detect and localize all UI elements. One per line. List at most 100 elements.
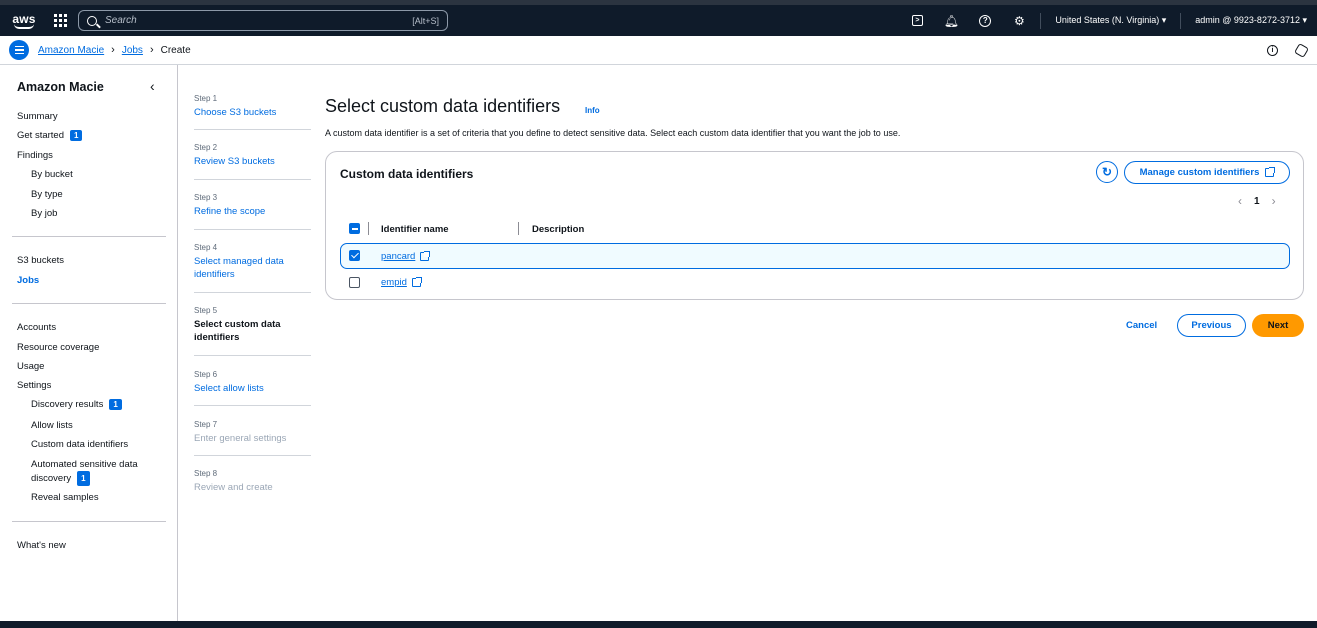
search-shortcut: [Alt+S] xyxy=(412,15,439,26)
cloudshell-icon[interactable]: > xyxy=(900,5,934,36)
sidenav-title[interactable]: Amazon Macie xyxy=(17,80,104,94)
wizard-step-5: Step 5 Select custom data identifiers xyxy=(194,306,311,344)
external-link-icon xyxy=(411,277,422,287)
step-number: Step 8 xyxy=(194,469,218,478)
wizard-step-1: Step 1 Choose S3 buckets xyxy=(194,94,311,119)
collapse-chevron-icon[interactable]: ‹ xyxy=(150,78,155,94)
bottom-bar xyxy=(0,621,1317,628)
column-header-identifier-name[interactable]: Identifier name xyxy=(381,224,449,235)
table-row[interactable]: pancard xyxy=(340,243,1290,269)
wizard-step-3: Step 3 Refine the scope xyxy=(194,193,311,218)
bell-icon[interactable]: 🔔︎ xyxy=(934,5,968,36)
menu-toggle-button[interactable] xyxy=(9,40,29,60)
help-icon[interactable]: ? xyxy=(968,5,1002,36)
step-number: Step 6 xyxy=(194,370,218,379)
step-number: Step 7 xyxy=(194,420,218,429)
step-link[interactable]: Select managed data identifiers xyxy=(194,255,311,281)
step-divider xyxy=(194,129,311,130)
top-navigation-bar: aws Search [Alt+S] > 🔔︎ ? ⚙ United State… xyxy=(0,0,1317,36)
sidebar-item-by-type[interactable]: By type xyxy=(31,189,63,200)
sidebar-item-s3-buckets[interactable]: S3 buckets xyxy=(17,255,64,266)
sidebar-item-reveal-samples[interactable]: Reveal samples xyxy=(31,492,99,503)
wizard-step-2: Step 2 Review S3 buckets xyxy=(194,143,311,168)
info-link[interactable]: Info xyxy=(585,106,600,115)
notifications-hex-icon[interactable] xyxy=(1293,42,1310,59)
breadcrumb-amazon-macie[interactable]: Amazon Macie xyxy=(38,45,104,56)
sidebar-item-allow-lists[interactable]: Allow lists xyxy=(31,420,73,431)
step-link[interactable]: Select allow lists xyxy=(194,382,311,395)
table-header: Identifier name Description xyxy=(340,221,1290,241)
step-number: Step 1 xyxy=(194,94,218,103)
sidebar-item-discovery-results[interactable]: Discovery results 1 xyxy=(31,399,122,410)
step-link[interactable]: Review S3 buckets xyxy=(194,155,311,168)
pagination: ‹ 1 › xyxy=(1238,194,1276,208)
identifier-link[interactable]: pancard xyxy=(381,251,431,262)
services-grid-icon[interactable] xyxy=(54,13,68,28)
sidebar-item-custom-data-identifiers[interactable]: Custom data identifiers xyxy=(31,439,128,450)
settings-icon[interactable]: ⚙ xyxy=(1002,5,1036,36)
row-checkbox[interactable] xyxy=(349,250,360,261)
column-divider xyxy=(368,222,369,235)
aws-logo[interactable]: aws xyxy=(10,10,38,32)
sidebar-item-whats-new[interactable]: What's new xyxy=(17,540,66,551)
search-placeholder: Search xyxy=(105,15,137,26)
wizard-step-7: Step 7 Enter general settings xyxy=(194,420,311,445)
step-divider xyxy=(194,455,311,456)
sidebar-item-by-bucket[interactable]: By bucket xyxy=(31,169,73,180)
sidebar-item-summary[interactable]: Summary xyxy=(17,111,58,122)
refresh-button[interactable]: ↻ xyxy=(1096,161,1118,183)
refresh-icon: ↻ xyxy=(1101,165,1113,179)
wizard-step-4: Step 4 Select managed data identifiers xyxy=(194,243,311,281)
step-link[interactable]: Refine the scope xyxy=(194,205,311,218)
region-selector[interactable]: United States (N. Virginia) ▾ xyxy=(1045,15,1176,26)
cancel-button[interactable]: Cancel xyxy=(1126,320,1157,331)
identifier-link[interactable]: empid xyxy=(381,277,422,288)
page-number[interactable]: 1 xyxy=(1254,196,1260,207)
sidebar-item-get-started[interactable]: Get started 1 xyxy=(17,130,83,141)
select-all-checkbox[interactable] xyxy=(349,223,360,234)
external-link-icon xyxy=(420,251,431,261)
info-panel-icon[interactable]: i xyxy=(1267,45,1278,56)
previous-button[interactable]: Previous xyxy=(1177,314,1246,337)
column-header-description[interactable]: Description xyxy=(532,224,584,235)
aws-smile-icon xyxy=(14,24,34,29)
table-row[interactable]: empid xyxy=(340,270,1290,296)
sidebar-item-settings[interactable]: Settings xyxy=(17,380,51,391)
breadcrumb-jobs[interactable]: Jobs xyxy=(122,45,143,56)
next-page-icon[interactable]: › xyxy=(1272,194,1276,208)
sidebar-item-by-job[interactable]: By job xyxy=(31,208,57,219)
step-link[interactable]: Choose S3 buckets xyxy=(194,106,311,119)
step-divider xyxy=(194,229,311,230)
sidebar-item-jobs[interactable]: Jobs xyxy=(17,275,39,286)
count-badge: 1 xyxy=(77,471,90,486)
custom-identifiers-panel: Custom data identifiers ↻ Manage custom … xyxy=(325,151,1304,300)
column-divider[interactable] xyxy=(518,222,519,235)
sidebar-item-usage[interactable]: Usage xyxy=(17,361,44,372)
external-link-icon xyxy=(1265,167,1276,177)
manage-identifiers-button[interactable]: Manage custom identifiers xyxy=(1124,161,1290,184)
breadcrumb-bar: Amazon Macie › Jobs › Create i xyxy=(0,36,1317,65)
sidebar-item-accounts[interactable]: Accounts xyxy=(17,322,56,333)
sidebar-item-resource-coverage[interactable]: Resource coverage xyxy=(17,342,99,353)
chevron-right-icon: › xyxy=(149,44,154,56)
step-number: Step 3 xyxy=(194,193,218,202)
count-badge: 1 xyxy=(70,130,83,141)
identifier-name: pancard xyxy=(381,251,416,262)
prev-page-icon[interactable]: ‹ xyxy=(1238,194,1242,208)
step-number: Step 4 xyxy=(194,243,218,252)
sidebar-item-findings[interactable]: Findings xyxy=(17,150,53,161)
sidebar-item-automated-discovery[interactable]: Automated sensitive data discovery 1 xyxy=(31,458,156,486)
step-divider xyxy=(194,355,311,356)
divider xyxy=(1040,12,1042,29)
count-badge: 1 xyxy=(109,399,122,410)
page-description: A custom data identifier is a set of cri… xyxy=(325,128,901,138)
page-title: Select custom data identifiers xyxy=(325,96,561,116)
identifier-name: empid xyxy=(381,277,407,288)
breadcrumb: Amazon Macie › Jobs › Create xyxy=(38,44,191,56)
account-menu[interactable]: admin @ 9923-8272-3712 ▾ xyxy=(1185,15,1317,26)
next-button[interactable]: Next xyxy=(1252,314,1304,337)
search-input[interactable]: Search [Alt+S] xyxy=(78,10,448,31)
nav-divider xyxy=(12,236,166,237)
row-checkbox[interactable] xyxy=(349,277,360,288)
wizard-step-6: Step 6 Select allow lists xyxy=(194,370,311,395)
